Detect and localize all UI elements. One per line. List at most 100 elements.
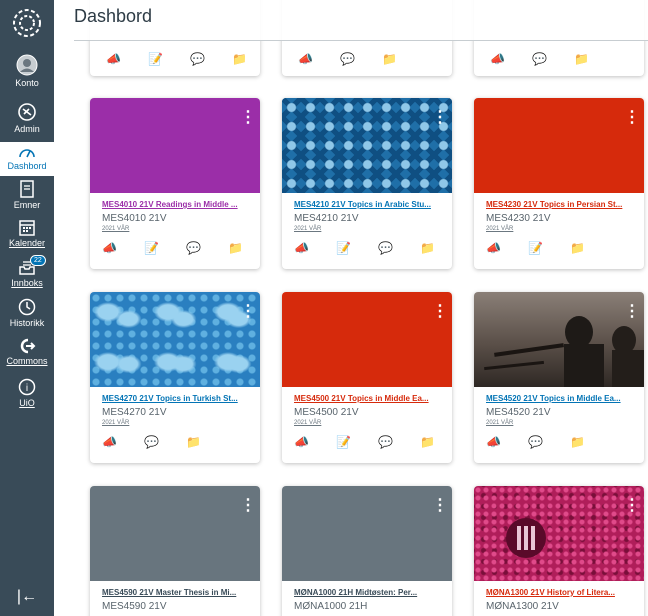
course-card[interactable]: ⋮ MES4210 21V Topics in Arabic Stu... ME… [282, 98, 452, 269]
card-code[interactable]: MES4500 21V [294, 407, 359, 418]
assignments-icon[interactable]: 📝 [336, 435, 351, 449]
files-icon[interactable]: 📁 [574, 52, 589, 66]
card-code[interactable]: MES4010 21V [102, 213, 167, 224]
card-hero[interactable]: ⋮ [90, 486, 260, 581]
files-icon[interactable]: 📁 [420, 435, 435, 449]
dashboard-icon [19, 149, 35, 158]
assignments-icon[interactable]: 📝 [528, 241, 543, 255]
card-title[interactable]: MES4270 21V Topics in Turkish St... [102, 394, 252, 403]
card-hero[interactable]: ⋮ [90, 98, 260, 193]
pattern-illustration [506, 518, 546, 558]
card-term: 2021 VÅR [102, 420, 130, 426]
files-icon[interactable]: 📁 [232, 52, 247, 66]
announcements-icon[interactable]: 📣 [106, 52, 121, 66]
announcements-icon[interactable]: 📣 [486, 435, 501, 449]
card-title[interactable]: MØNA1300 21V History of Litera... [486, 588, 636, 597]
files-icon[interactable]: 📁 [420, 241, 435, 255]
course-card[interactable]: ⋮ MES4520 21V Topics in Middle Ea... MES… [474, 292, 644, 463]
assignments-icon[interactable]: 📝 [144, 241, 159, 255]
card-options-icon[interactable]: ⋮ [240, 498, 256, 514]
card-options-icon[interactable]: ⋮ [432, 110, 448, 126]
card-code[interactable]: MES4520 21V [486, 407, 551, 418]
nav-admin[interactable]: Admin [0, 102, 54, 134]
course-card[interactable]: ⋮ MØNA1000 21H Midtøsten: Per... MØNA100… [282, 486, 452, 616]
discussions-icon[interactable]: 💬 [144, 435, 159, 449]
card-hero-tile-image[interactable]: ⋮ [282, 98, 452, 193]
announcements-icon[interactable]: 📣 [294, 435, 309, 449]
assignments-icon[interactable]: 📝 [336, 241, 351, 255]
nav-calendar[interactable]: Kalender [0, 218, 54, 248]
card-hero-photo-image[interactable]: ⋮ [474, 292, 644, 387]
card-title[interactable]: MØNA1000 21H Midtøsten: Per... [294, 588, 444, 597]
course-card[interactable]: ⋮ MES4590 21V Master Thesis in Mi... MES… [90, 486, 260, 616]
course-card[interactable]: ⋮ MES4270 21V Topics in Turkish St... ME… [90, 292, 260, 463]
card-code[interactable]: MES4210 21V [294, 213, 359, 224]
card-options-icon[interactable]: ⋮ [432, 304, 448, 320]
discussions-icon[interactable]: 💬 [528, 435, 543, 449]
card-options-icon[interactable]: ⋮ [624, 498, 640, 514]
card-title[interactable]: MES4520 21V Topics in Middle Ea... [486, 394, 636, 403]
card-title[interactable]: MES4010 21V Readings in Middle ... [102, 200, 252, 209]
nav-commons[interactable]: Commons [0, 338, 54, 366]
help-icon: i [18, 378, 36, 396]
nav-inbox-label: Innboks [11, 278, 43, 288]
files-icon[interactable]: 📁 [186, 435, 201, 449]
card-options-icon[interactable]: ⋮ [240, 304, 256, 320]
card-hero[interactable]: ⋮ [282, 292, 452, 387]
collapse-nav-button[interactable]: |← [0, 584, 54, 610]
course-card[interactable]: ⋮ MES4010 21V Readings in Middle ... MES… [90, 98, 260, 269]
card-title[interactable]: MES4210 21V Topics in Arabic Stu... [294, 200, 444, 209]
svg-text:i: i [26, 383, 28, 394]
discussions-icon[interactable]: 💬 [186, 241, 201, 255]
card-options-icon[interactable]: ⋮ [240, 110, 256, 126]
card-title[interactable]: MES4230 21V Topics in Persian St... [486, 200, 636, 209]
nav-uio[interactable]: i UiO [0, 378, 54, 408]
collapse-arrow-icon: |← [16, 588, 38, 605]
card-code[interactable]: MES4270 21V [102, 407, 167, 418]
announcements-icon[interactable]: 📣 [102, 241, 117, 255]
nav-account[interactable]: Konto [0, 54, 54, 88]
card-code[interactable]: MØNA1000 21H [294, 601, 367, 612]
announcements-icon[interactable]: 📣 [102, 435, 117, 449]
card-actions: 📣 💬 📁 [486, 435, 585, 449]
files-icon[interactable]: 📁 [382, 52, 397, 66]
nav-courses[interactable]: Emner [0, 180, 54, 210]
discussions-icon[interactable]: 💬 [378, 435, 393, 449]
files-icon[interactable]: 📁 [570, 241, 585, 255]
announcements-icon[interactable]: 📣 [486, 241, 501, 255]
discussions-icon[interactable]: 💬 [532, 52, 547, 66]
course-card[interactable]: ⋮ MES4500 21V Topics in Middle Ea... MES… [282, 292, 452, 463]
nav-history[interactable]: Historikk [0, 298, 54, 328]
card-code[interactable]: MES4230 21V [486, 213, 551, 224]
card-code[interactable]: MES4590 21V [102, 601, 167, 612]
card-actions: 📣 💬 📁 [490, 52, 589, 66]
card-options-icon[interactable]: ⋮ [624, 110, 640, 126]
assignments-icon[interactable]: 📝 [148, 52, 163, 66]
discussions-icon[interactable]: 💬 [378, 241, 393, 255]
files-icon[interactable]: 📁 [570, 435, 585, 449]
card-hero[interactable]: ⋮ [474, 98, 644, 193]
card-options-icon[interactable]: ⋮ [432, 498, 448, 514]
nav-account-label: Konto [15, 78, 39, 88]
course-card[interactable]: ⋮ MØNA1300 21V History of Litera... MØNA… [474, 486, 644, 616]
announcements-icon[interactable]: 📣 [294, 241, 309, 255]
card-options-icon[interactable]: ⋮ [624, 304, 640, 320]
card-hero-floral-image[interactable]: ⋮ [90, 292, 260, 387]
discussions-icon[interactable]: 💬 [190, 52, 205, 66]
card-term: 2021 VÅR [102, 226, 130, 232]
institution-logo[interactable] [0, 0, 54, 46]
announcements-icon[interactable]: 📣 [298, 52, 313, 66]
card-hero-textile-image[interactable]: ⋮ [474, 486, 644, 581]
card-title[interactable]: MES4500 21V Topics in Middle Ea... [294, 394, 444, 403]
course-card[interactable]: ⋮ MES4230 21V Topics in Persian St... ME… [474, 98, 644, 269]
nav-dashboard[interactable]: Dashbord [0, 142, 54, 176]
discussions-icon[interactable]: 💬 [340, 52, 355, 66]
card-actions: 📣 📝 💬 📁 [102, 241, 243, 255]
clock-icon [18, 298, 36, 316]
card-code[interactable]: MØNA1300 21V [486, 601, 559, 612]
files-icon[interactable]: 📁 [228, 241, 243, 255]
nav-inbox[interactable]: 22 Innboks [0, 255, 54, 288]
card-hero[interactable]: ⋮ [282, 486, 452, 581]
card-title[interactable]: MES4590 21V Master Thesis in Mi... [102, 588, 252, 597]
announcements-icon[interactable]: 📣 [490, 52, 505, 66]
